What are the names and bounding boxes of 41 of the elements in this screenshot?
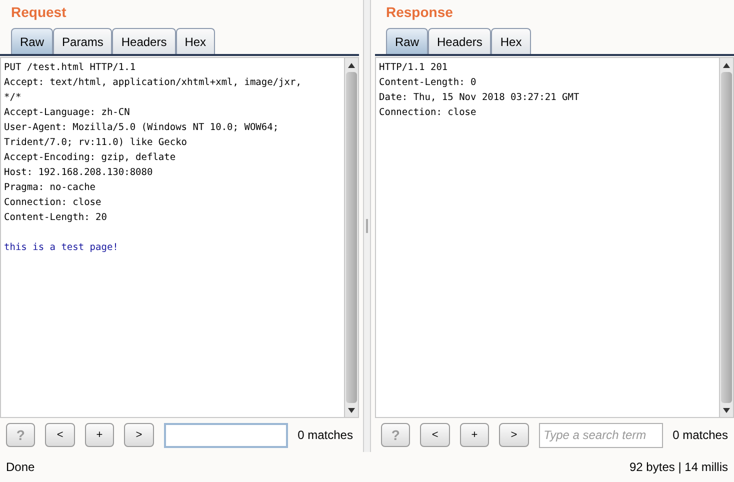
message-line: Pragma: no-cache: [4, 181, 96, 195]
search-field[interactable]: Type a search term: [538, 422, 663, 448]
message-line: User-Agent: Mozilla/5.0 (Windows NT 10.0; WOW64;: [4, 121, 279, 135]
panel-title: Request: [10, 3, 66, 22]
scrollbar[interactable]: [344, 58, 358, 417]
scroll-thumb[interactable]: [346, 72, 357, 403]
panel-title: Response: [385, 3, 453, 22]
tab[interactable]: Raw: [11, 28, 54, 54]
message-line: Accept-Encoding: gzip, deflate: [4, 151, 176, 165]
match-count: 0 matches: [672, 427, 728, 444]
message-line: */*: [4, 91, 22, 105]
message-line: Content-Length: 0: [379, 76, 476, 90]
search-nav-button[interactable]: +: [460, 423, 490, 447]
tab[interactable]: Params: [53, 28, 112, 54]
search-nav-button[interactable]: +: [84, 423, 114, 447]
status-text: Done: [6, 459, 35, 476]
tab[interactable]: Headers: [428, 28, 492, 54]
search-nav-button[interactable]: >: [124, 423, 154, 447]
search-nav-button[interactable]: >: [499, 423, 529, 447]
match-count: 0 matches: [298, 427, 353, 444]
tab[interactable]: Raw: [386, 28, 428, 54]
message-line: Accept-Language: zh-CN: [4, 106, 130, 120]
message-line: Date: Thu, 15 Nov 2018 03:27:21 GMT: [379, 91, 580, 105]
message-line: Host: 192.168.208.130:8080: [4, 166, 153, 180]
tab[interactable]: Hex: [491, 28, 531, 54]
scrollbar[interactable]: [719, 58, 733, 417]
message-line: Connection: close: [379, 106, 476, 120]
tab[interactable]: Hex: [176, 28, 216, 54]
search-field[interactable]: [164, 422, 288, 448]
message-line: Connection: close: [4, 196, 102, 210]
search-nav-button[interactable]: <: [45, 423, 75, 447]
search-nav-button[interactable]: <: [420, 423, 450, 447]
message-body: this is a test page!: [4, 241, 118, 255]
scroll-thumb[interactable]: [721, 72, 732, 403]
status-text: 92 bytes | 14 millis: [630, 459, 728, 476]
message-line: HTTP/1.1 201: [379, 61, 448, 75]
message-line: Trident/7.0; rv:11.0) like Gecko: [4, 136, 188, 150]
tab[interactable]: Headers: [112, 28, 176, 54]
message-line: Content-Length: 20: [4, 211, 107, 225]
message-line: Accept: text/html, application/xhtml+xml, image/jxr,: [4, 76, 302, 90]
message-line: PUT /test.html HTTP/1.1: [4, 61, 136, 75]
